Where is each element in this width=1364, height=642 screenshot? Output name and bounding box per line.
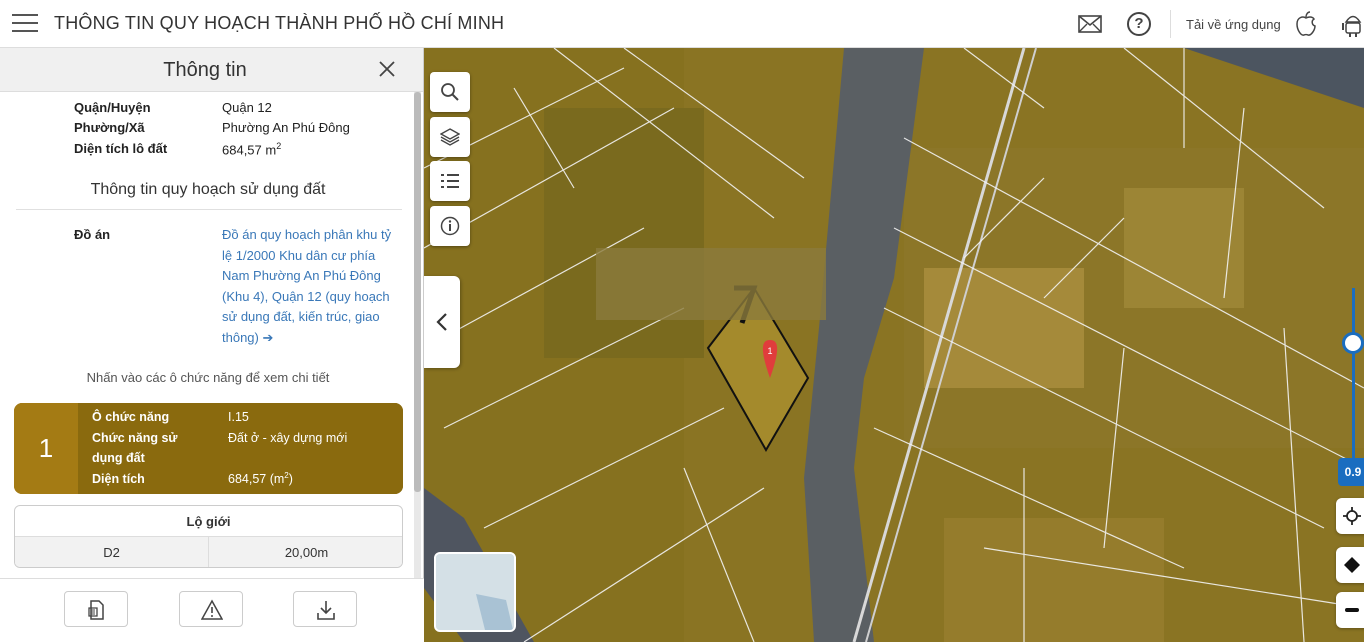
land-use-section-title: Thông tin quy hoạch sử dụng đất <box>90 181 326 198</box>
lo-gioi-width: 20,00m <box>284 545 329 560</box>
table-row: D2 20,00m <box>15 537 402 567</box>
function-cell-number: 1 <box>14 403 78 494</box>
download-icon <box>317 601 335 620</box>
info-icon <box>440 216 460 236</box>
fc-area-label: Diện tích <box>92 472 145 486</box>
layers-icon <box>440 128 460 146</box>
warning-icon <box>201 599 223 620</box>
diamond-icon <box>1344 557 1360 573</box>
zoom-out-button[interactable] <box>1336 592 1364 628</box>
panel-footer <box>0 578 424 642</box>
ward-value: Phường An Phú Đông <box>222 120 350 135</box>
document-button[interactable] <box>64 591 128 627</box>
fc-use-value: Đất ở - xây dựng mới <box>228 431 348 445</box>
map-view[interactable]: 1 0.9 <box>424 48 1364 642</box>
scroll-thumb[interactable] <box>414 92 421 492</box>
help-icon[interactable]: ? <box>1127 12 1151 36</box>
hint-text: Nhấn vào các ô chức năng để xem chi tiết <box>86 370 330 385</box>
district-value: Quận 12 <box>222 100 272 115</box>
fc-cell-value: I.15 <box>228 410 249 424</box>
header-divider <box>1170 10 1171 38</box>
crosshair-icon <box>1343 507 1361 525</box>
lo-gioi-road: D2 <box>15 537 209 567</box>
download-button[interactable] <box>293 591 357 627</box>
section-divider <box>16 209 402 210</box>
chevron-left-icon <box>436 313 447 331</box>
report-button[interactable] <box>179 591 243 627</box>
opacity-slider-track[interactable] <box>1352 288 1355 468</box>
opacity-value: 0.9 <box>1338 458 1364 486</box>
list-icon <box>441 174 459 188</box>
fc-cell-label: Ô chức năng <box>92 410 170 424</box>
function-cell-card[interactable]: 1 Ô chức năng I.15 Chức năng sử dụng đất… <box>14 403 403 494</box>
area-value: 684,57 m2 <box>222 141 282 158</box>
fc-use-label-2: dụng đất <box>92 451 145 465</box>
android-icon[interactable] <box>1342 11 1364 37</box>
info-button[interactable] <box>430 206 470 246</box>
lo-gioi-table: Lộ giới D2 20,00m <box>14 505 403 568</box>
info-panel: Thông tin Quận/Huyện Quận 12 Phường/Xã P… <box>0 48 424 642</box>
document-icon <box>88 600 104 620</box>
svg-text:1: 1 <box>767 346 772 356</box>
map-canvas: 1 <box>424 48 1364 642</box>
download-app-label[interactable]: Tải về ứng dụng <box>1186 17 1281 32</box>
collapse-panel-button[interactable] <box>424 276 460 368</box>
doan-label: Đồ án <box>74 227 111 242</box>
apple-icon[interactable] <box>1294 11 1318 37</box>
layers-button[interactable] <box>430 117 470 157</box>
function-cell-body: Ô chức năng I.15 Chức năng sử dụng đất Đ… <box>78 403 403 494</box>
fc-use-label: Chức năng sử <box>92 431 178 445</box>
mail-icon[interactable] <box>1078 14 1102 34</box>
fc-area-value: 684,57 (m2) <box>228 471 293 487</box>
doan-link[interactable]: Đồ án quy hoạch phân khu tỷ lệ 1/2000 Kh… <box>222 225 392 348</box>
opacity-slider-knob[interactable] <box>1342 332 1364 354</box>
district-label: Quận/Huyện <box>74 100 151 115</box>
app-title: THÔNG TIN QUY HOẠCH THÀNH PHỐ HỒ CHÍ MIN… <box>54 13 505 33</box>
locate-button[interactable] <box>1336 498 1364 534</box>
legend-button[interactable] <box>430 161 470 201</box>
ward-label: Phường/Xã <box>74 120 145 135</box>
search-icon <box>441 83 459 101</box>
panel-scrollbar[interactable] <box>414 92 421 582</box>
panel-title: Thông tin <box>163 59 247 81</box>
arrow-right-icon: ➔ <box>262 329 274 345</box>
top-bar: THÔNG TIN QUY HOẠCH THÀNH PHỐ HỒ CHÍ MIN… <box>0 0 1364 48</box>
lo-gioi-title: Lộ giới <box>15 506 402 537</box>
area-label: Diện tích lô đất <box>74 141 168 156</box>
minimap[interactable] <box>434 552 516 632</box>
panel-header: Thông tin <box>0 48 423 92</box>
draw-button[interactable] <box>1336 547 1364 583</box>
close-icon[interactable] <box>375 57 399 81</box>
menu-icon[interactable] <box>12 14 38 34</box>
minus-icon <box>1345 608 1359 612</box>
search-button[interactable] <box>430 72 470 112</box>
minimap-canvas <box>436 554 514 630</box>
